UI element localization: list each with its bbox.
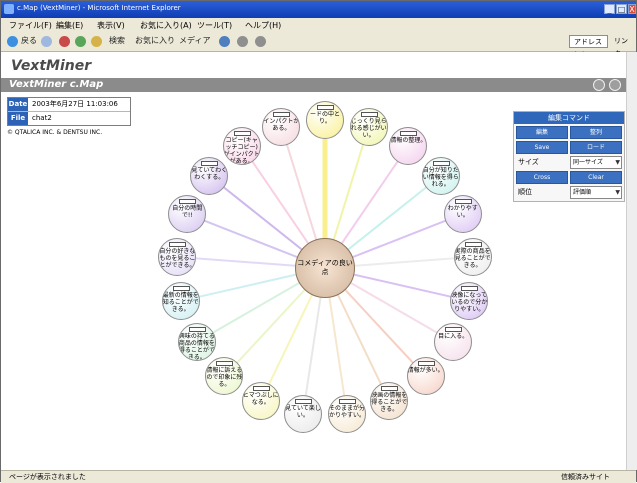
node-tag — [188, 327, 206, 332]
menu-view[interactable]: 表示(V) — [97, 20, 125, 31]
topic-node[interactable]: ヒマつぶしになる。 — [241, 382, 280, 421]
mail-icon[interactable] — [237, 36, 248, 47]
node-label: 見ていてわくわくする。 — [191, 166, 228, 181]
node-label: 目に入る。 — [438, 333, 469, 340]
node-tag — [317, 105, 334, 110]
status-text: ページが表示されました — [9, 473, 86, 481]
topic-node[interactable]: 目に入る。 — [434, 323, 473, 361]
topic-node[interactable]: わかりやすい。 — [443, 194, 482, 233]
node-label: 映像になっているので分かりやすい。 — [451, 291, 488, 313]
node-label: わかりやすい。 — [447, 204, 478, 219]
topic-node[interactable]: 最新の情報を知ることができる。 — [161, 281, 200, 320]
node-tag — [169, 241, 187, 247]
history-icon[interactable] — [219, 36, 230, 47]
topic-node[interactable]: ードの中とり。 — [306, 101, 344, 139]
menu-file[interactable]: ファイル(F) — [9, 20, 52, 31]
menu-help[interactable]: ヘルプ(H) — [245, 20, 281, 31]
trusted-site-text: 信頼済みサイト — [561, 473, 610, 481]
menu-favorites[interactable]: お気に入り(A) — [140, 20, 192, 31]
search-button[interactable]: 検索 — [109, 35, 125, 46]
node-tag — [294, 399, 312, 405]
node-label: 自分の好きなものを見ることができる。 — [159, 247, 196, 269]
menu-edit[interactable]: 編集(E) — [56, 20, 83, 31]
node-tag — [445, 327, 463, 332]
topic-node[interactable]: 自分が知りたい情報を得られる。 — [421, 156, 460, 195]
node-label: インパクトがある。 — [263, 117, 300, 132]
links-label[interactable]: リンク — [610, 35, 634, 58]
node-tag — [400, 130, 418, 136]
close-button[interactable]: X — [628, 4, 636, 14]
navigation-toolbar: 戻る 検索 お気に入り メディア アドレス(D) リンク — [1, 33, 636, 59]
print-icon[interactable] — [255, 36, 266, 47]
node-label: 情報の整理。 — [390, 136, 427, 144]
ie-icon — [4, 4, 14, 14]
status-bar: ページが表示されました 信頼済みサイト — [1, 470, 636, 483]
topic-node[interactable]: 映像になっているので分かりやすい。 — [450, 281, 489, 320]
home-icon[interactable] — [91, 36, 102, 47]
refresh-icon[interactable] — [75, 36, 86, 47]
window-title: c.Map (VextMiner) - Microsoft Internet E… — [17, 4, 181, 12]
node-tag — [417, 361, 435, 367]
node-label: コピー(キャッチコピー)がインパクトがある。 — [223, 136, 260, 165]
topic-node[interactable]: 興味の持てる商品の情報を得ることができる。 — [177, 323, 216, 361]
vertical-scrollbar[interactable] — [626, 52, 637, 470]
node-label: 情報に訴えるので印象に残る。 — [206, 367, 243, 389]
node-tag — [252, 386, 270, 392]
topic-node[interactable]: 情報が多い。 — [406, 357, 445, 396]
node-label: 自分が知りたい情報を得られる。 — [422, 166, 459, 188]
main-content: VextMiner VextMiner c.Map Date 2003年6月27… — [1, 52, 626, 470]
address-label[interactable]: アドレス(D) — [569, 35, 608, 59]
topic-node[interactable]: じっくり見られる感じがいい。 — [349, 107, 388, 146]
node-tag — [201, 160, 219, 166]
topic-node[interactable]: 情報の整理。 — [389, 126, 428, 165]
node-tag — [273, 111, 291, 117]
node-label: じっくり見られる感じがいい。 — [350, 117, 387, 139]
topic-node[interactable]: インパクトがある。 — [262, 107, 301, 146]
node-label: ードの中とり。 — [309, 111, 340, 125]
menu-bar: ファイル(F) 編集(E) 表示(V) お気に入り(A) ツール(T) ヘルプ(… — [1, 18, 636, 34]
forward-icon[interactable] — [41, 36, 52, 47]
center-node[interactable]: コメディアの良い点 — [295, 238, 355, 298]
topic-node[interactable]: 実際の商品を見ることができる。 — [453, 237, 492, 276]
title-bar: c.Map (VextMiner) - Microsoft Internet E… — [1, 1, 636, 18]
topic-node[interactable]: コピー(キャッチコピー)がインパクトがある。 — [222, 126, 261, 165]
back-button[interactable]: 戻る — [21, 35, 37, 46]
menu-tools[interactable]: ツール(T) — [197, 20, 232, 31]
node-label: ヒマつぶしになる。 — [242, 392, 279, 407]
node-label: 映画の情報を得ることができる。 — [371, 392, 408, 414]
node-label: 情報が多い。 — [407, 367, 444, 375]
node-label: 見ていて楽しい。 — [285, 405, 321, 420]
favorites-button[interactable]: お気に入り — [135, 35, 175, 46]
stop-icon[interactable] — [59, 36, 70, 47]
node-tag — [216, 361, 234, 367]
node-tag — [454, 198, 472, 204]
node-tag — [233, 130, 251, 136]
node-label: 最新の情報を知ることができる。 — [162, 291, 199, 313]
node-tag — [360, 111, 378, 117]
topic-node[interactable]: 見ていてわくわくする。 — [190, 156, 229, 195]
back-icon[interactable] — [7, 36, 18, 47]
minimize-button[interactable]: _ — [604, 4, 615, 14]
node-tag — [461, 285, 479, 291]
media-button[interactable]: メディア — [179, 35, 210, 46]
node-label: そのままが分かりやすい。 — [329, 405, 366, 420]
topic-node[interactable]: 自分の時間で!! — [168, 194, 207, 233]
node-tag — [179, 198, 197, 204]
node-tag — [339, 399, 357, 405]
browser-window: c.Map (VextMiner) - Microsoft Internet E… — [0, 0, 637, 483]
node-tag — [432, 160, 450, 166]
node-tag — [381, 386, 399, 392]
maximize-button[interactable]: □ — [616, 4, 627, 14]
node-tag — [464, 241, 482, 247]
node-label: 実際の商品を見ることができる。 — [454, 247, 491, 269]
node-tag — [172, 285, 190, 291]
node-label: 自分の時間で!! — [172, 204, 203, 219]
